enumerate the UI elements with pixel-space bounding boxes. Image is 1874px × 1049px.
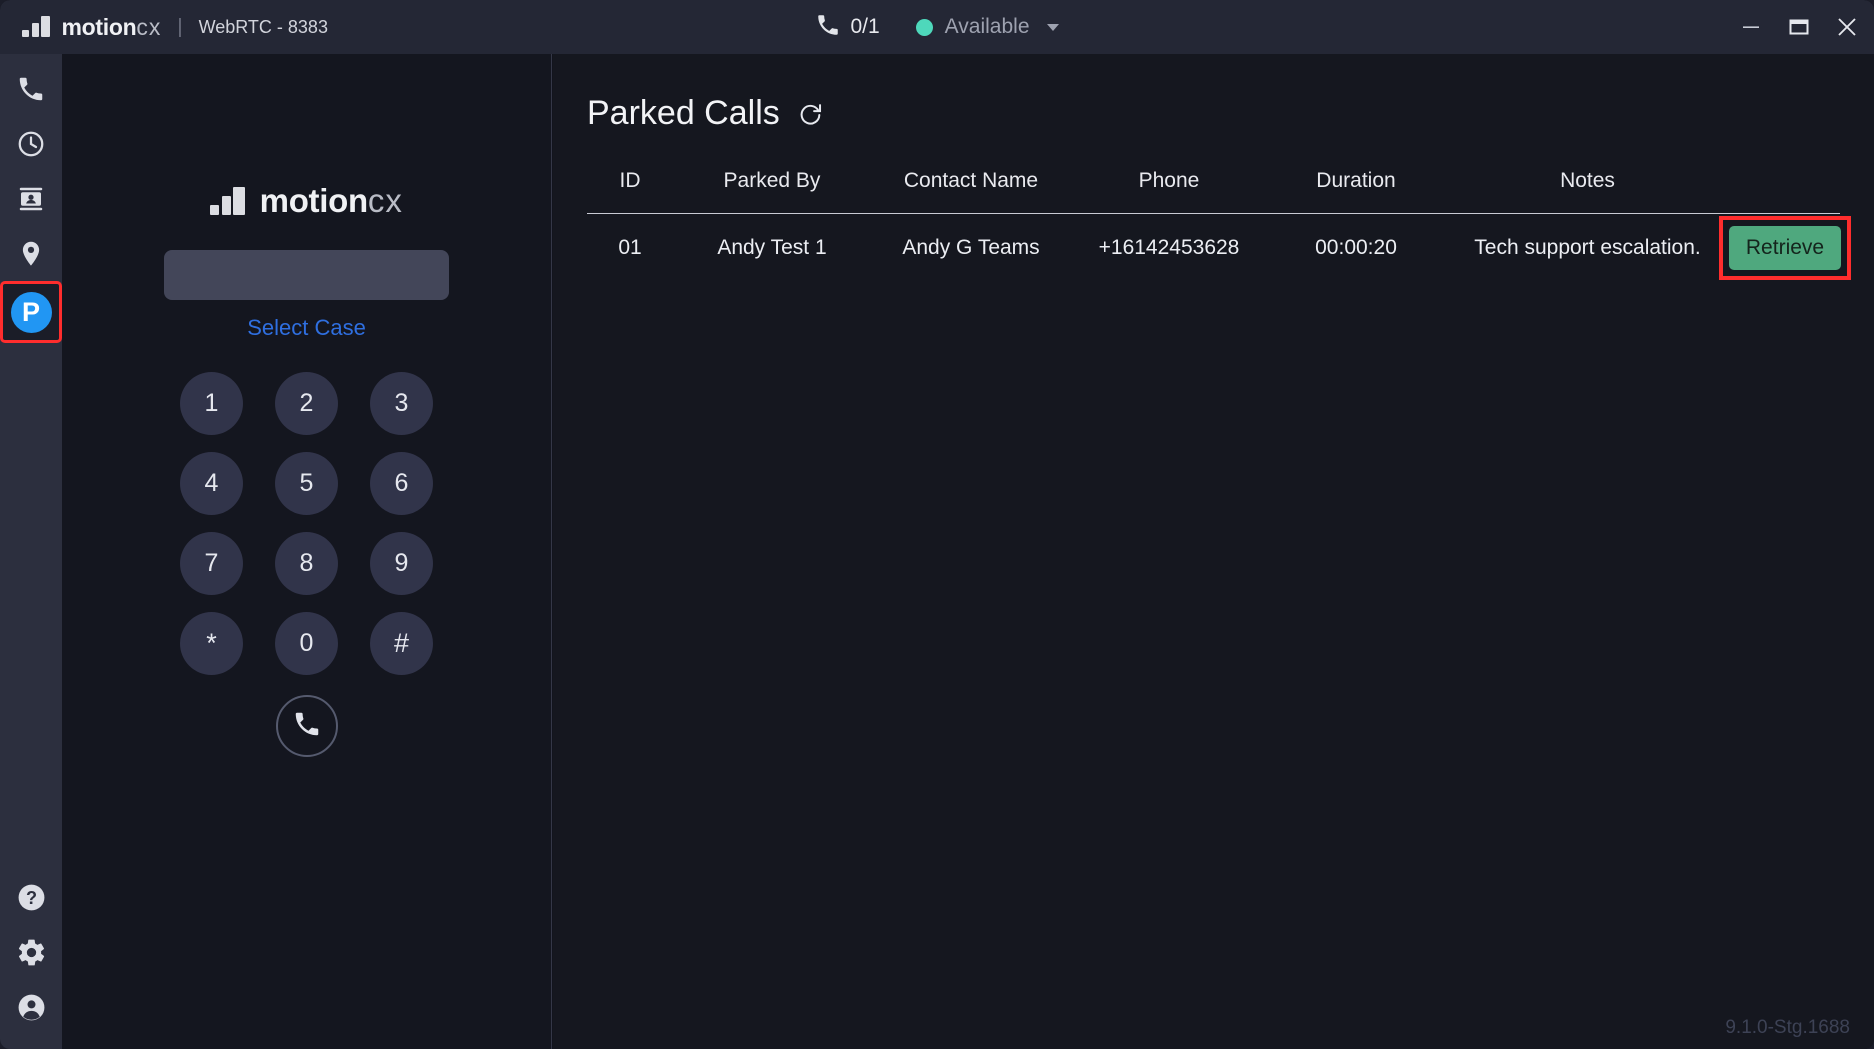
retrieve-button[interactable]: Retrieve <box>1729 226 1841 270</box>
table-body: 01 Andy Test 1 Andy G Teams +16142453628… <box>587 214 1851 283</box>
retrieve-highlight-box: Retrieve <box>1719 216 1851 280</box>
keypad-key-6[interactable]: 6 <box>370 451 433 515</box>
location-pin-icon <box>16 239 46 274</box>
dialer-logo: motion cx <box>210 182 403 220</box>
keypad-key-hash[interactable]: # <box>370 611 433 675</box>
keypad-key-2[interactable]: 2 <box>275 371 338 435</box>
table-header-row: ID Parked By Contact Name Phone Duration… <box>587 163 1840 214</box>
page-header: Parked Calls <box>587 94 1874 133</box>
motioncx-logo-icon <box>210 186 248 215</box>
keypad-key-0[interactable]: 0 <box>275 611 338 675</box>
keypad-key-3[interactable]: 3 <box>370 371 433 435</box>
svg-text:?: ? <box>25 887 36 907</box>
brand-suffix: cx <box>136 13 162 40</box>
cell-id: 01 <box>618 236 642 259</box>
phone-call-icon <box>292 709 322 744</box>
dialer-brand-suffix: cx <box>367 182 403 219</box>
window-bottom-edge <box>553 1043 1874 1049</box>
column-header-action <box>1730 163 1840 214</box>
keypad-key-star[interactable]: * <box>180 611 243 675</box>
brand-name: motion <box>61 13 137 40</box>
call-button[interactable] <box>275 695 338 757</box>
sidebar-item-account[interactable] <box>0 982 62 1037</box>
cell-duration: 00:00:20 <box>1315 236 1397 259</box>
keypad-key-5[interactable]: 5 <box>275 451 338 515</box>
table-header: ID Parked By Contact Name Phone Duration… <box>587 163 1840 214</box>
parked-calls-table-wrapper: ID Parked By Contact Name Phone Duration… <box>587 163 1851 283</box>
titlebar-separator: | <box>177 15 183 38</box>
version-label: 9.1.0-Stg.1688 <box>1725 1017 1850 1038</box>
app-window: motion cx | WebRTC - 8383 0/1 Available <box>0 0 1874 1049</box>
keypad-key-4[interactable]: 4 <box>180 451 243 515</box>
phone-icon <box>815 12 841 43</box>
sidebar-item-location[interactable] <box>0 229 62 284</box>
sidebar-item-history[interactable] <box>0 119 62 174</box>
titlebar-subtitle: WebRTC - 8383 <box>198 16 328 37</box>
keypad-key-1[interactable]: 1 <box>180 371 243 435</box>
select-case-link[interactable]: Select Case <box>247 315 366 341</box>
motioncx-logo-icon <box>22 16 53 37</box>
sidebar-item-help[interactable]: ? <box>0 872 62 927</box>
cell-notes: Tech support escalation. <box>1474 236 1701 259</box>
column-header-id: ID <box>587 163 673 214</box>
phone-number-input[interactable] <box>164 250 449 300</box>
dial-keypad: 1 2 3 4 5 6 7 8 9 * 0 # <box>164 363 449 683</box>
column-header-phone: Phone <box>1071 163 1267 214</box>
keypad-key-9[interactable]: 9 <box>370 531 433 595</box>
column-header-notes: Notes <box>1445 163 1730 214</box>
column-header-parked-by: Parked By <box>673 163 871 214</box>
settings-gear-icon <box>16 937 47 973</box>
window-controls <box>1738 0 1860 54</box>
sidebar-item-settings[interactable] <box>0 927 62 982</box>
parked-calls-table: ID Parked By Contact Name Phone Duration… <box>587 163 1851 283</box>
chevron-down-icon[interactable] <box>1046 23 1059 31</box>
column-header-contact-name: Contact Name <box>871 163 1071 214</box>
dialer-brand-name: motion <box>259 182 368 219</box>
page-title: Parked Calls <box>587 94 780 132</box>
sidebar-rail: P ? <box>0 54 62 1049</box>
close-icon[interactable] <box>1834 14 1860 40</box>
sidebar-item-dialer[interactable] <box>0 64 62 119</box>
maximize-icon[interactable] <box>1786 14 1812 40</box>
cell-phone: +16142453628 <box>1098 236 1240 259</box>
call-count-value: 0/1 <box>850 15 880 38</box>
keypad-key-7[interactable]: 7 <box>180 531 243 595</box>
cell-parked-by: Andy Test 1 <box>717 236 827 259</box>
active-call-count: 0/1 <box>815 12 880 43</box>
contacts-icon <box>16 184 46 219</box>
dialer-panel: motion cx Select Case 1 2 3 4 5 6 7 8 9 … <box>62 54 552 1049</box>
agent-status-dropdown[interactable]: Available <box>915 15 1059 39</box>
account-icon <box>16 992 47 1028</box>
status-label: Available <box>944 15 1030 38</box>
main-content: Parked Calls ID Parked By Contact Name P… <box>553 54 1874 1049</box>
status-indicator-dot <box>915 18 933 36</box>
refresh-icon[interactable] <box>796 100 824 128</box>
sidebar-item-contacts[interactable] <box>0 174 62 229</box>
title-bar: motion cx | WebRTC - 8383 0/1 Available <box>0 0 1874 54</box>
table-row[interactable]: 01 Andy Test 1 Andy G Teams +16142453628… <box>587 214 1851 283</box>
app-brand: motion cx | WebRTC - 8383 <box>22 14 328 41</box>
help-icon: ? <box>16 882 47 918</box>
keypad-key-8[interactable]: 8 <box>275 531 338 595</box>
history-clock-icon <box>16 129 46 164</box>
cell-action: Retrieve <box>1719 214 1851 283</box>
sidebar-item-parked-calls[interactable]: P <box>0 281 62 343</box>
column-header-duration: Duration <box>1267 163 1445 214</box>
parked-calls-icon: P <box>10 291 52 333</box>
minimize-icon[interactable] <box>1738 14 1764 40</box>
cell-contact-name: Andy G Teams <box>902 236 1040 259</box>
phone-icon <box>16 74 46 109</box>
